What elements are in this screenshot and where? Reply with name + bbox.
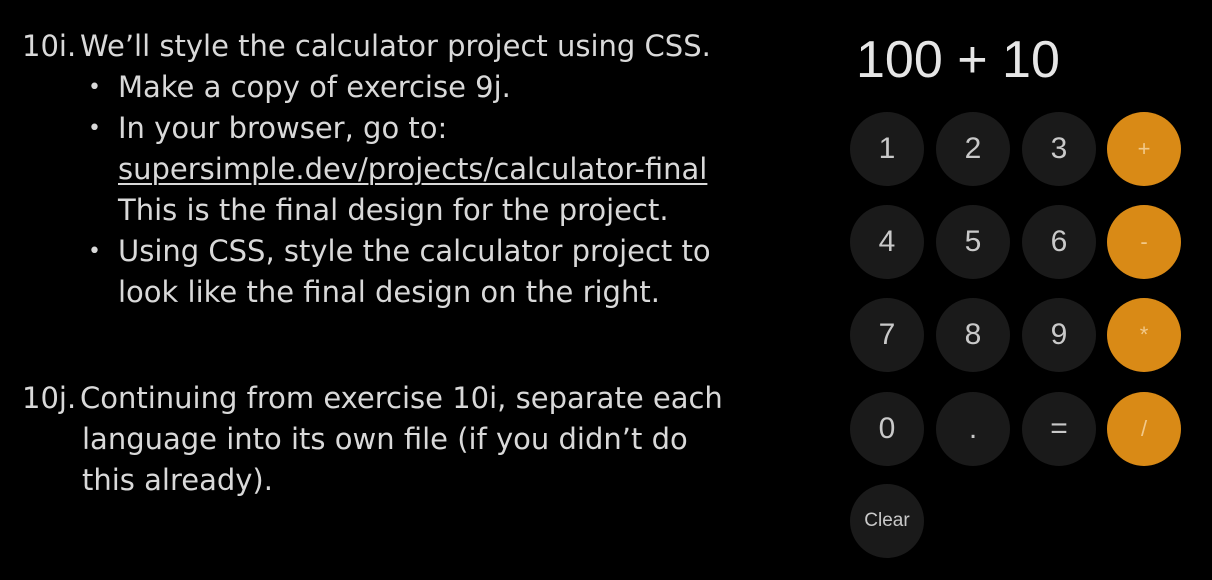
- exercise-10j-line-2: language into its own file (if you didn’…: [82, 422, 688, 456]
- bullet-dot-icon: •: [88, 239, 101, 264]
- exercise-10i-number: 10i.: [22, 29, 77, 63]
- bullet-go-to-browser-text: In your browser, go to:: [118, 111, 448, 145]
- key-7-button[interactable]: 7: [850, 298, 924, 372]
- key-8-button[interactable]: 8: [936, 298, 1010, 372]
- bullet-style-with-css-cont: look like the final design on the right.: [118, 275, 660, 309]
- bullet-link-line: supersimple.dev/projects/calculator-fina…: [22, 149, 822, 190]
- bullet-go-to-browser: • In your browser, go to:: [22, 108, 822, 149]
- exercise-10j-line-3: this already).: [82, 463, 273, 497]
- minus-button[interactable]: -: [1107, 205, 1181, 279]
- exercise-text: 10i. We’ll style the calculator project u…: [22, 26, 822, 501]
- final-design-link[interactable]: supersimple.dev/projects/calculator-fina…: [118, 152, 707, 186]
- key-3-button[interactable]: 3: [1022, 112, 1096, 186]
- key-4-button[interactable]: 4: [850, 205, 924, 279]
- key-1-button[interactable]: 1: [850, 112, 924, 186]
- decimal-button[interactable]: .: [936, 392, 1010, 466]
- equals-button[interactable]: =: [1022, 392, 1096, 466]
- key-0-button[interactable]: 0: [850, 392, 924, 466]
- bullet-copy-exercise: • Make a copy of exercise 9j.: [22, 67, 822, 108]
- exercise-10j-heading: 10j. Continuing from exercise 10i, separa…: [22, 378, 822, 419]
- key-9-button[interactable]: 9: [1022, 298, 1096, 372]
- exercise-10j-line-1: Continuing from exercise 10i, separate e…: [80, 381, 723, 415]
- key-5-button[interactable]: 5: [936, 205, 1010, 279]
- plus-button[interactable]: +: [1107, 112, 1181, 186]
- key-6-button[interactable]: 6: [1022, 205, 1096, 279]
- key-2-button[interactable]: 2: [936, 112, 1010, 186]
- divide-button[interactable]: /: [1107, 392, 1181, 466]
- bullet-style-with-css-text: Using CSS, style the calculator project …: [118, 234, 711, 268]
- multiply-button[interactable]: *: [1107, 298, 1181, 372]
- clear-button[interactable]: Clear: [850, 484, 924, 558]
- bullet-final-design-note: This is the final design for the project…: [118, 193, 669, 227]
- bullet-dot-icon: •: [88, 75, 101, 100]
- calculator-display: 100 + 10: [856, 31, 1060, 89]
- bullet-copy-exercise-text: Make a copy of exercise 9j.: [118, 70, 511, 104]
- calculator-preview: 100 + 10 1 2 3 + 4 5 6 - 7 8 9 * 0 . = /…: [850, 28, 1190, 558]
- bullet-style-with-css: • Using CSS, style the calculator projec…: [22, 231, 822, 272]
- bullet-dot-icon: •: [88, 116, 101, 141]
- exercise-10i-title: We’ll style the calculator project using…: [80, 29, 711, 63]
- exercise-10i-heading: 10i. We’ll style the calculator project u…: [22, 26, 822, 67]
- exercise-10j-number: 10j.: [22, 381, 77, 415]
